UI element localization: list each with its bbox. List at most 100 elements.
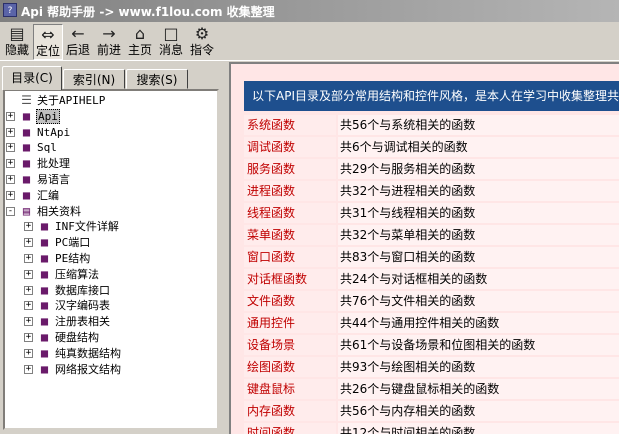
forward-button[interactable]: → 前进 <box>95 24 123 58</box>
function-category-link[interactable]: 文件函数 <box>244 291 336 311</box>
expand-icon[interactable]: + <box>24 364 33 374</box>
function-description: 共93个与绘图相关的函数 <box>338 357 619 377</box>
title-bar: ? Api 帮助手册 -> www.f1lou.com 收集整理 <box>0 0 619 22</box>
function-description: 共83个与窗口相关的函数 <box>338 247 619 267</box>
function-description: 共61个与设备场景和位图相关的函数 <box>338 335 619 355</box>
book-icon: ■ <box>22 124 31 139</box>
function-category-link[interactable]: 设备场景 <box>244 335 336 355</box>
locate-icon: ⇔ <box>41 25 55 44</box>
open-book-icon: ▤ <box>22 203 31 218</box>
hide-icon: ▤ <box>9 24 25 43</box>
expand-icon[interactable]: + <box>24 238 33 248</box>
expand-icon[interactable]: + <box>6 111 15 121</box>
expand-icon[interactable]: + <box>24 269 33 279</box>
navigation-pane: 目录(C) 索引(N) 搜索(S) ☰ 关于APIHELP + ■ Api + ■ NtApi… <box>0 62 225 434</box>
back-icon: ← <box>71 24 85 43</box>
expand-icon[interactable]: + <box>24 301 33 311</box>
tree-item-label: 网络报文结构 <box>55 362 121 376</box>
collapse-icon[interactable]: - <box>6 206 15 216</box>
book-icon: ■ <box>40 298 49 313</box>
function-description: 共6个与调试相关的函数 <box>338 137 619 157</box>
function-category-link[interactable]: 通用控件 <box>244 313 336 333</box>
nav-tabs: 目录(C) 索引(N) 搜索(S) <box>0 66 225 90</box>
table-row: 设备场景 共61个与设备场景和位图相关的函数 <box>244 335 619 356</box>
back-button[interactable]: ← 后退 <box>64 24 92 58</box>
expand-icon[interactable]: + <box>24 348 33 358</box>
tree-item-label: 硬盘结构 <box>55 331 99 344</box>
function-category-link[interactable]: 进程函数 <box>244 181 336 201</box>
function-category-link[interactable]: 对话框函数 <box>244 269 336 289</box>
forward-icon: → <box>102 24 116 43</box>
table-row: 服务函数 共29个与服务相关的函数 <box>244 159 619 180</box>
table-row: 调试函数 共6个与调试相关的函数 <box>244 137 619 158</box>
table-row: 通用控件 共44个与通用控件相关的函数 <box>244 313 619 334</box>
function-category-link[interactable]: 时间函数 <box>244 423 336 434</box>
function-description: 共29个与服务相关的函数 <box>338 159 619 179</box>
table-row: 文件函数 共76个与文件相关的函数 <box>244 291 619 312</box>
tree-item-label: Sql <box>37 141 57 155</box>
tree-item-label: 注册表相关 <box>55 315 110 329</box>
book-icon: ■ <box>22 108 31 123</box>
table-row: 线程函数 共31个与线程相关的函数 <box>244 203 619 224</box>
hide-button[interactable]: ▤ 隐藏 <box>3 24 31 58</box>
tree-item-label: 易语言 <box>37 173 70 186</box>
contents-tree[interactable]: ☰ 关于APIHELP + ■ Api + ■ NtApi + ■ Sql + ■ 批处理 + ■ 易语言 + ■ 汇… <box>3 89 219 430</box>
function-description: 共12个与时间相关的函数 <box>338 423 619 434</box>
home-icon: ⌂ <box>134 24 146 43</box>
home-button[interactable]: ⌂ 主页 <box>126 24 154 58</box>
tab-search[interactable]: 搜索(S) <box>126 69 188 89</box>
expand-icon[interactable]: + <box>6 190 15 200</box>
function-description: 共26个与键盘鼠标相关的函数 <box>338 379 619 399</box>
table-row: 进程函数 共32个与进程相关的函数 <box>244 181 619 202</box>
function-category-link[interactable]: 菜单函数 <box>244 225 336 245</box>
function-description: 共24个与对话框相关的函数 <box>338 269 619 289</box>
tree-item-label: PE结构 <box>55 252 91 265</box>
command-button[interactable]: ⚙ 指令 <box>188 24 216 58</box>
tab-contents[interactable]: 目录(C) <box>2 66 62 90</box>
book-icon: ■ <box>40 330 49 344</box>
tree-item-label: 压缩算法 <box>55 267 99 281</box>
function-category-link[interactable]: 服务函数 <box>244 159 336 179</box>
expand-icon[interactable]: + <box>24 317 33 327</box>
function-description: 共76个与文件相关的函数 <box>338 291 619 311</box>
expand-icon[interactable]: + <box>24 222 33 232</box>
function-description: 共56个与内存相关的函数 <box>338 401 619 421</box>
table-row: 时间函数 共12个与时间相关的函数 <box>244 423 619 434</box>
tree-item-label: 相关资料 <box>37 204 81 218</box>
function-category-link[interactable]: 系统函数 <box>244 115 336 135</box>
expand-icon[interactable]: + <box>6 175 15 184</box>
function-category-link[interactable]: 绘图函数 <box>244 357 336 377</box>
book-icon: ■ <box>40 219 49 234</box>
tree-item-label: 汇编 <box>37 188 59 202</box>
function-category-link[interactable]: 窗口函数 <box>244 247 336 267</box>
table-row: 键盘鼠标 共26个与键盘鼠标相关的函数 <box>244 379 619 400</box>
tab-index[interactable]: 索引(N) <box>63 69 125 89</box>
message-button[interactable]: □ 消息 <box>157 24 185 58</box>
tree-item-label: 数据库接口 <box>55 283 110 297</box>
expand-icon[interactable]: + <box>24 285 33 295</box>
expand-icon[interactable]: + <box>6 127 15 137</box>
function-category-link[interactable]: 调试函数 <box>244 137 336 157</box>
table-row: 菜单函数 共32个与菜单相关的函数 <box>244 225 619 246</box>
function-category-link[interactable]: 内存函数 <box>244 401 336 421</box>
table-row: 系统函数 共56个与系统相关的函数 <box>244 115 619 136</box>
function-category-link[interactable]: 线程函数 <box>244 203 336 223</box>
book-icon: ■ <box>22 172 31 186</box>
tree-item-label: INF文件详解 <box>55 220 119 234</box>
message-icon: □ <box>163 24 179 43</box>
function-description: 共44个与通用控件相关的函数 <box>338 313 619 333</box>
book-icon: ■ <box>40 266 49 281</box>
function-category-link[interactable]: 键盘鼠标 <box>244 379 336 399</box>
book-icon: ■ <box>40 251 49 265</box>
function-description: 共32个与菜单相关的函数 <box>338 225 619 245</box>
book-icon: ■ <box>40 282 49 297</box>
expand-icon[interactable]: + <box>6 159 15 169</box>
locate-button[interactable]: ⇔ 定位 <box>33 24 63 60</box>
expand-icon[interactable]: + <box>6 143 15 153</box>
function-description: 共32个与进程相关的函数 <box>338 181 619 201</box>
tree-item-label: 汉字编码表 <box>55 299 110 313</box>
expand-icon[interactable]: + <box>24 254 33 263</box>
function-description: 共31个与线程相关的函数 <box>338 203 619 223</box>
expand-icon[interactable]: + <box>24 333 33 342</box>
book-icon: ■ <box>22 156 31 171</box>
